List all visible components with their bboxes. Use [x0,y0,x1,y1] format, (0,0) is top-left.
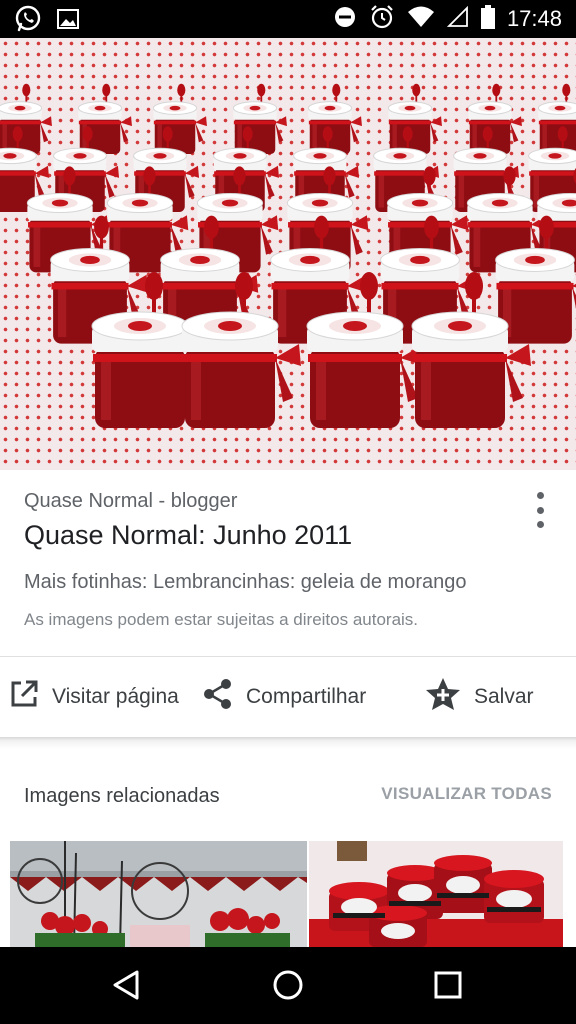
back-icon [111,969,141,1006]
share-button[interactable]: Compartilhar [202,679,366,715]
spoon [323,166,336,186]
result-image[interactable] [0,38,576,470]
share-icon [202,678,234,716]
spoon [233,166,246,186]
battery-icon [480,4,495,34]
alarm-icon [369,4,395,35]
spoon [63,166,76,186]
recent-apps-button[interactable] [428,967,468,1007]
system-navigation-bar [0,947,576,1024]
related-images-section: Imagens relacionadas VISUALIZAR TODAS [0,749,576,947]
spoon [162,126,173,142]
spoon [12,126,23,142]
spoon [102,83,111,97]
result-description: Mais fotinhas: Lembrancinhas: geleia de … [24,571,467,593]
clock-time: 17:48 [506,6,562,31]
spoon [82,126,93,142]
spoon [465,272,483,300]
spoon [314,215,329,239]
spoon [204,215,219,239]
related-images-title: Imagens relacionadas [24,785,220,807]
star-add-icon [424,676,462,718]
status-bar: 17:48 [0,0,576,38]
share-label: Compartilhar [246,685,367,708]
spoon [177,83,186,97]
section-separator [0,737,576,749]
recent-apps-icon [433,970,463,1005]
open-in-new-icon [8,678,40,716]
spoon [235,272,253,300]
spoon [257,83,266,97]
home-button[interactable] [268,967,308,1007]
spoon [503,166,516,186]
back-button[interactable] [106,967,146,1007]
result-source[interactable]: Quase Normal - blogger [24,490,237,513]
save-label: Salvar [474,685,534,708]
spoon [332,83,341,97]
spoon [22,83,31,97]
view-all-button[interactable]: VISUALIZAR TODAS [381,784,552,804]
spoon [562,83,571,97]
spoon [557,126,568,142]
spoon [143,166,156,186]
spoon [424,215,439,239]
visit-page-button[interactable]: Visitar página [8,679,179,715]
whatsapp-icon [14,5,42,38]
spoon [145,272,163,300]
spoon [423,166,436,186]
related-thumbnail[interactable] [309,841,563,947]
more-vert-icon [536,492,544,499]
spoon [482,126,493,142]
more-vert-dot [536,506,544,514]
result-info-panel: Quase Normal - blogger Quase Normal: Jun… [0,470,576,656]
do-not-disturb-icon [333,5,357,34]
related-thumbnail-image [309,841,563,947]
related-thumbnail-image [10,841,307,947]
home-icon [271,968,305,1007]
spoon [360,272,378,300]
spoon [94,215,109,239]
action-bar: Visitar página Compartilhar Salvar [0,657,576,737]
more-vert-dot [536,521,544,528]
spoon [412,83,421,97]
signal-icon [446,5,469,33]
save-button[interactable]: Salvar [424,676,534,718]
related-thumbnail[interactable] [10,841,307,947]
spoon [242,126,253,142]
more-options-button[interactable] [530,492,550,528]
image-icon [56,7,80,36]
copyright-notice: As imagens podem estar sujeitas a direit… [24,610,419,629]
spoon [322,126,333,142]
jam-jars-illustration [0,83,576,428]
spoon [492,83,501,97]
visit-page-label: Visitar página [52,685,179,708]
wifi-icon [407,5,435,34]
result-title[interactable]: Quase Normal: Junho 2011 [24,520,352,551]
spoon [539,215,554,239]
spoon [402,126,413,142]
